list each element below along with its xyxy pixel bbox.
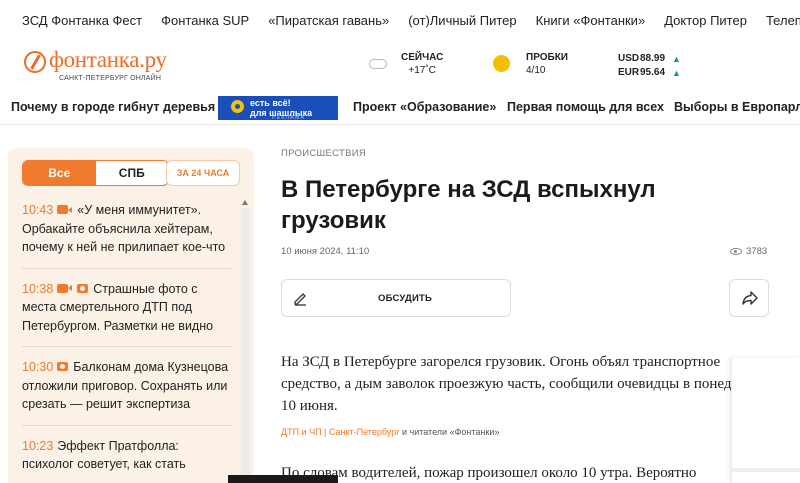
usd-up-arrow-icon: ▲ bbox=[672, 54, 681, 64]
nav-item-education[interactable]: Проект «Образование» bbox=[353, 100, 496, 114]
share-icon bbox=[742, 291, 758, 305]
eur-up-arrow-icon: ▲ bbox=[672, 68, 681, 78]
news-feed-panel: Все СПБ ЗА 24 ЧАСА 10:43 «У меня иммуните… bbox=[8, 148, 254, 483]
share-button[interactable] bbox=[729, 279, 769, 317]
tab-spb[interactable]: СПБ bbox=[96, 161, 169, 185]
list-item[interactable]: 10:43 «У меня иммунитет». Орбакайте объяс… bbox=[22, 201, 232, 269]
article-body: По словам водителей, пожар произошел око… bbox=[281, 465, 697, 481]
promo-ad-label: РЕКЛАМА bbox=[272, 115, 306, 121]
traffic-widget[interactable]: ПРОБКИ 4/10 bbox=[493, 51, 568, 77]
weather-widget[interactable]: СЕЙЧАС +17˚С bbox=[369, 51, 443, 77]
toplink-doctor-piter[interactable]: Доктор Питер bbox=[664, 13, 747, 28]
source-link[interactable]: ДТП и ЧП | Санкт-Петербург bbox=[281, 427, 399, 437]
nav-item-elections[interactable]: Выборы в Европарламент bbox=[674, 100, 800, 114]
news-time: 10:23 bbox=[22, 438, 54, 453]
site-header: фонтанка.ру САНКТ-ПЕТЕРБУРГ ОНЛАЙН СЕЙЧА… bbox=[0, 40, 800, 92]
feed-tabs: Все СПБ bbox=[22, 160, 169, 186]
eye-icon bbox=[730, 248, 742, 255]
nav-item-first-aid[interactable]: Первая помощь для всех bbox=[507, 100, 664, 114]
cloud-icon bbox=[369, 59, 387, 69]
traffic-value: 4/10 bbox=[526, 65, 546, 76]
discuss-label: ОБСУДИТЬ bbox=[378, 293, 433, 304]
toplink-tv-program[interactable]: Телепрограмма bbox=[766, 13, 800, 28]
article-date: 10 июня 2024, 11:10 bbox=[281, 246, 370, 257]
news-time: 10:30 bbox=[22, 360, 54, 374]
side-widget bbox=[731, 358, 800, 483]
list-item[interactable]: 10:30 Балконам дома Кузнецова отложили пр… bbox=[22, 358, 232, 426]
eur-rate: 95.64 bbox=[640, 67, 666, 78]
camera-icon bbox=[77, 283, 89, 293]
traffic-indicator-icon bbox=[493, 55, 510, 72]
tab-all[interactable]: Все bbox=[23, 161, 96, 185]
nav-item-trees[interactable]: Почему в городе гибнут деревья bbox=[11, 100, 215, 114]
usd-rate: 88.99 bbox=[640, 53, 666, 64]
article-rubric[interactable]: ПРОИСШЕСТВИЯ bbox=[281, 148, 791, 159]
toplink-books[interactable]: Книги «Фонтанки» bbox=[536, 13, 646, 28]
weather-temp: +17˚С bbox=[408, 65, 436, 76]
usd-label: USD bbox=[618, 53, 640, 64]
list-item[interactable]: 10:38 Страшные фото с места смертельного … bbox=[22, 280, 232, 347]
discuss-button[interactable]: ОБСУДИТЬ bbox=[281, 279, 511, 317]
source-rest: и читатели «Фонтанки» bbox=[399, 427, 500, 437]
topic-nav: Почему в городе гибнут деревья есть всё!… bbox=[0, 92, 800, 125]
toplink-personal-piter[interactable]: (от)Личный Питер bbox=[408, 13, 516, 28]
video-icon bbox=[57, 205, 73, 214]
bottom-media-strip bbox=[228, 475, 338, 483]
news-list: 10:43 «У меня иммунитет». Орбакайте объяс… bbox=[22, 201, 232, 483]
toplink-pirate-harbor[interactable]: «Пиратская гавань» bbox=[268, 13, 389, 28]
article: ПРОИСШЕСТВИЯ В Петербурге на ЗСД вспыхну… bbox=[281, 148, 791, 481]
news-time: 10:43 bbox=[22, 203, 54, 217]
camera-icon bbox=[57, 362, 69, 371]
tab-24-hours[interactable]: ЗА 24 ЧАСА bbox=[166, 160, 240, 186]
top-links-bar: ЗСД Фонтанка Фест Фонтанка SUP «Пиратска… bbox=[0, 0, 800, 40]
currency-rates[interactable]: USD 88.99 ▲ EUR 95.64 ▲ bbox=[618, 52, 681, 80]
toplink-zsd-fest[interactable]: ЗСД Фонтанка Фест bbox=[22, 13, 142, 28]
promo-line1: есть всё! bbox=[250, 98, 291, 108]
article-title: В Петербурге на ЗСД вспыхнул грузовик bbox=[281, 176, 656, 234]
pencil-icon bbox=[294, 293, 306, 306]
eur-label: EUR bbox=[618, 67, 640, 78]
article-source: ДТП и ЧП | Санкт-Петербург и читатели «Ф… bbox=[281, 427, 499, 437]
logo-text: фонтанка.ру bbox=[49, 47, 167, 72]
view-count: 3783 bbox=[730, 246, 767, 257]
site-logo[interactable]: фонтанка.ру САНКТ-ПЕТЕРБУРГ ОНЛАЙН bbox=[24, 47, 167, 82]
promo-banner[interactable]: есть всё! для шашлыка РЕКЛАМА bbox=[218, 96, 338, 121]
view-count-value: 3783 bbox=[746, 246, 768, 257]
news-time: 10:38 bbox=[22, 281, 54, 296]
video-icon bbox=[57, 283, 73, 293]
traffic-label: ПРОБКИ bbox=[526, 52, 568, 63]
list-item[interactable]: 10:23 Эффект Пратфолла: психолог советует… bbox=[22, 437, 232, 483]
promo-logo-icon bbox=[231, 100, 244, 113]
logo-icon bbox=[24, 51, 46, 73]
feed-scrollbar[interactable] bbox=[241, 200, 250, 483]
article-lead: На ЗСД в Петербурге загорелся грузовик. … bbox=[281, 354, 780, 414]
weather-label: СЕЙЧАС bbox=[401, 52, 444, 63]
logo-subtitle: САНКТ-ПЕТЕРБУРГ ОНЛАЙН bbox=[59, 75, 162, 82]
toplink-fontanka-sup[interactable]: Фонтанка SUP bbox=[161, 13, 249, 28]
